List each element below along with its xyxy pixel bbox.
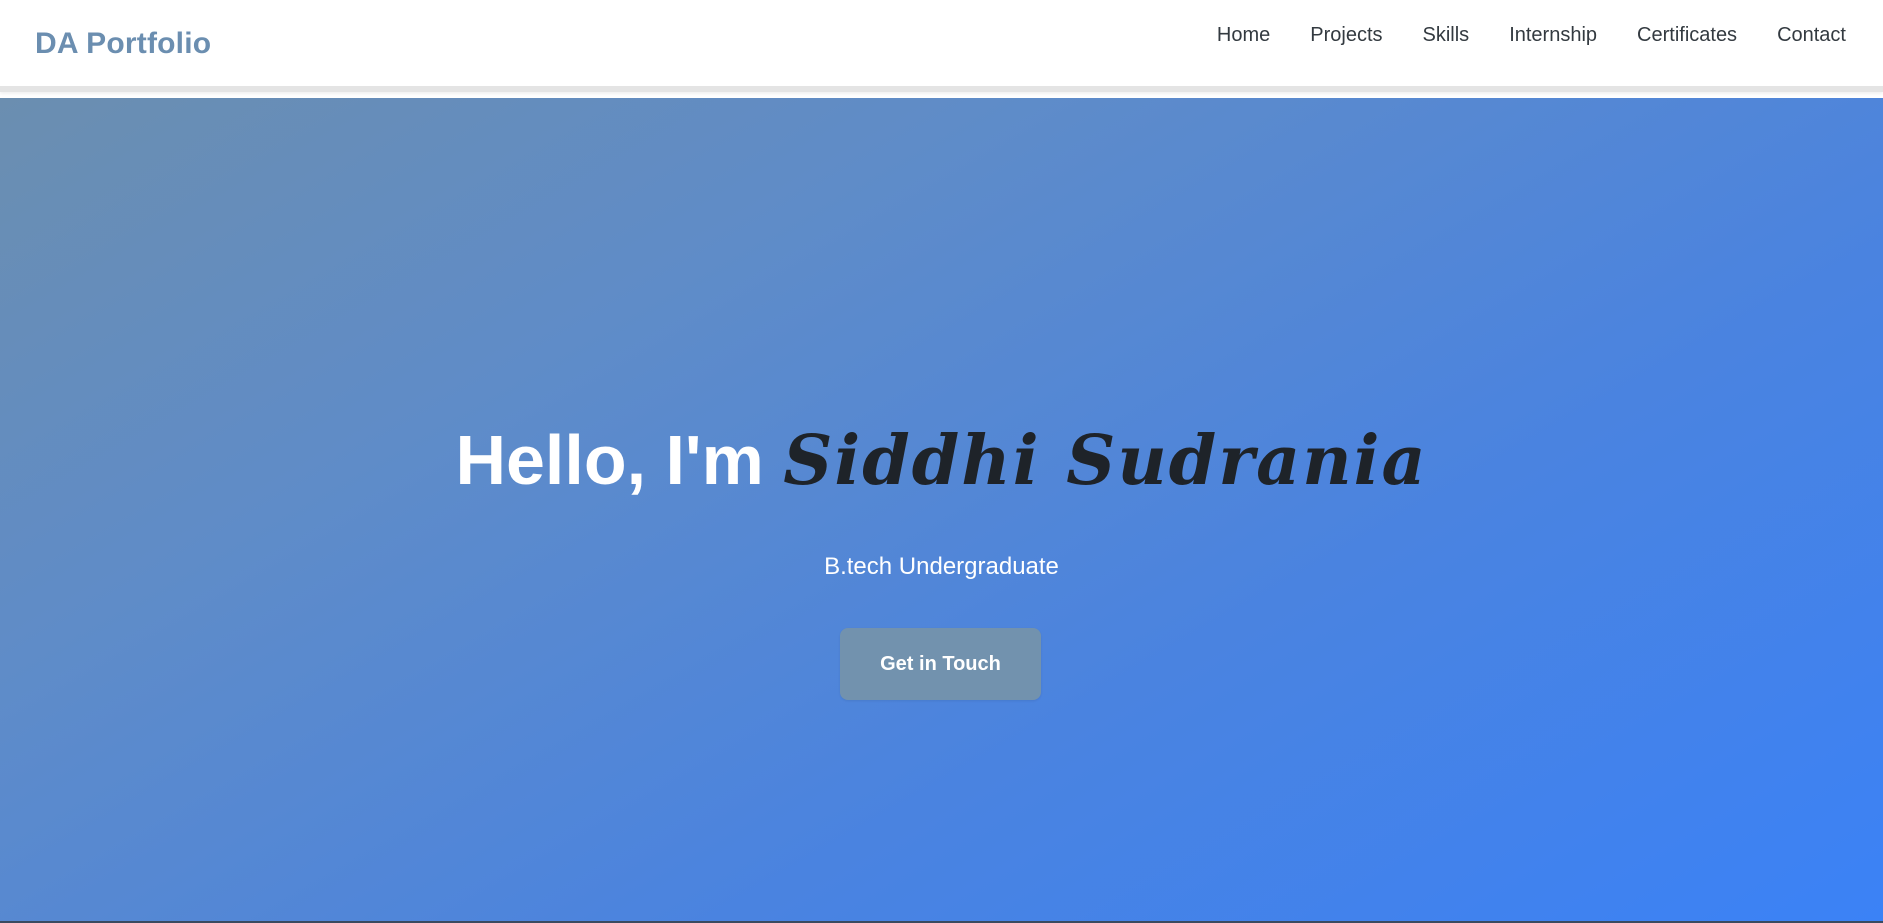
hero-section: Hello, I'm Siddhi Sudrania B.tech Underg… <box>0 98 1883 923</box>
nav-link-skills[interactable]: Skills <box>1423 22 1470 48</box>
hero-subtitle: B.tech Undergraduate <box>824 553 1059 580</box>
nav-link-projects[interactable]: Projects <box>1310 22 1382 48</box>
nav-link-certificates[interactable]: Certificates <box>1637 22 1737 48</box>
hero-name: Siddhi Sudrania <box>783 421 1428 501</box>
brand-logo[interactable]: DA Portfolio <box>35 27 211 61</box>
nav-link-contact[interactable]: Contact <box>1777 22 1846 48</box>
navbar: DA Portfolio Home Projects Skills Intern… <box>0 0 1883 92</box>
hero-title: Hello, I'm Siddhi Sudrania <box>0 418 1883 503</box>
get-in-touch-button[interactable]: Get in Touch <box>840 628 1041 700</box>
nav-link-internship[interactable]: Internship <box>1509 22 1597 48</box>
hero-greeting: Hello, I'm <box>455 421 764 499</box>
nav-link-home[interactable]: Home <box>1217 22 1270 48</box>
nav-menu: Home Projects Skills Internship Certific… <box>1177 22 1846 48</box>
